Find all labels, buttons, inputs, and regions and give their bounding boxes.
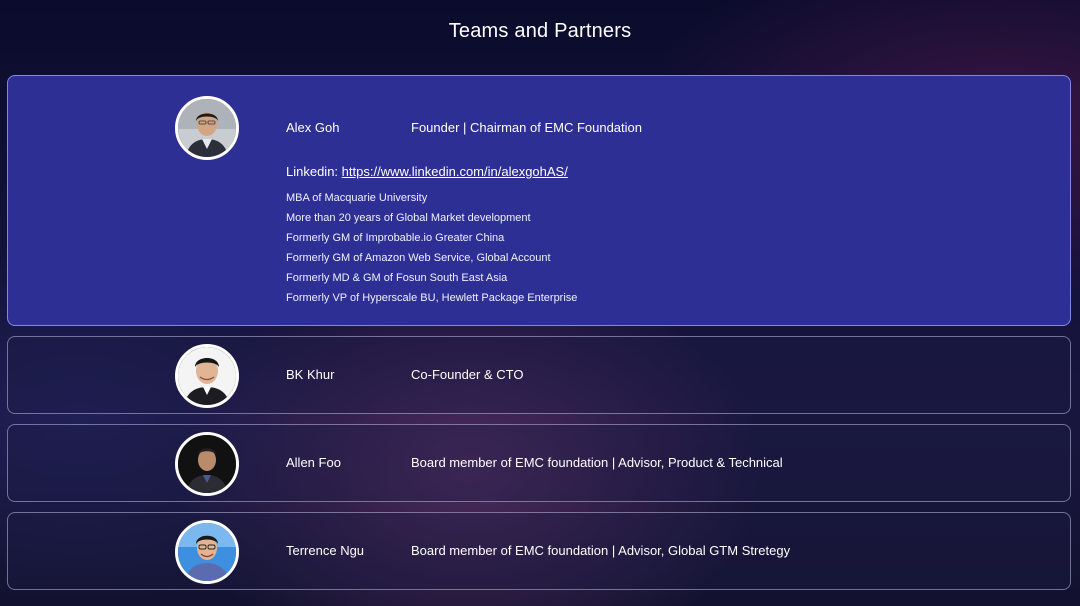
team-card-alex-goh[interactable]: Alex Goh Founder | Chairman of EMC Found… [7,75,1071,326]
team-list: Alex Goh Founder | Chairman of EMC Found… [7,75,1071,600]
member-role: Board member of EMC foundation | Advisor… [411,543,791,558]
linkedin-row: Linkedin: https://www.linkedin.com/in/al… [286,164,568,179]
bio-item: Formerly GM of Improbable.io Greater Chi… [286,232,505,244]
person-photo-icon [178,347,236,405]
page-title: Teams and Partners [448,20,632,42]
bio-list: MBA of Macquarie University More than 20… [286,188,577,308]
team-card-allen-foo[interactable]: Allen Foo Board member of EMC foundation… [7,424,1071,502]
member-name: Terrence Ngu [286,543,365,558]
bio-item: Formerly VP of Hyperscale BU, Hewlett Pa… [286,292,578,304]
linkedin-label: Linkedin: [286,164,339,179]
person-photo-icon [178,523,236,581]
member-role: Co-Founder & CTO [411,367,524,382]
avatar [175,96,239,160]
bio-item: MBA of Macquarie University [286,192,428,204]
member-role: Founder | Chairman of EMC Foundation [411,120,642,135]
team-card-terrence-ngu[interactable]: Terrence Ngu Board member of EMC foundat… [7,512,1071,590]
team-card-bk-khur[interactable]: BK Khur Co-Founder & CTO [7,336,1071,414]
member-name: Allen Foo [286,455,341,470]
avatar [175,432,239,496]
member-name: BK Khur [286,367,335,382]
member-role: Board member of EMC foundation | Advisor… [411,455,783,470]
bio-item: More than 20 years of Global Market deve… [286,212,531,224]
linkedin-link[interactable]: https://www.linkedin.com/in/alexgohAS/ [342,164,568,179]
person-photo-icon [178,435,236,493]
member-name: Alex Goh [286,120,340,135]
bio-item: Formerly GM of Amazon Web Service, Globa… [286,252,551,264]
avatar [175,344,239,408]
person-photo-icon [178,99,236,157]
bio-item: Formerly MD & GM of Fosun South East Asi… [286,272,508,284]
avatar [175,520,239,584]
